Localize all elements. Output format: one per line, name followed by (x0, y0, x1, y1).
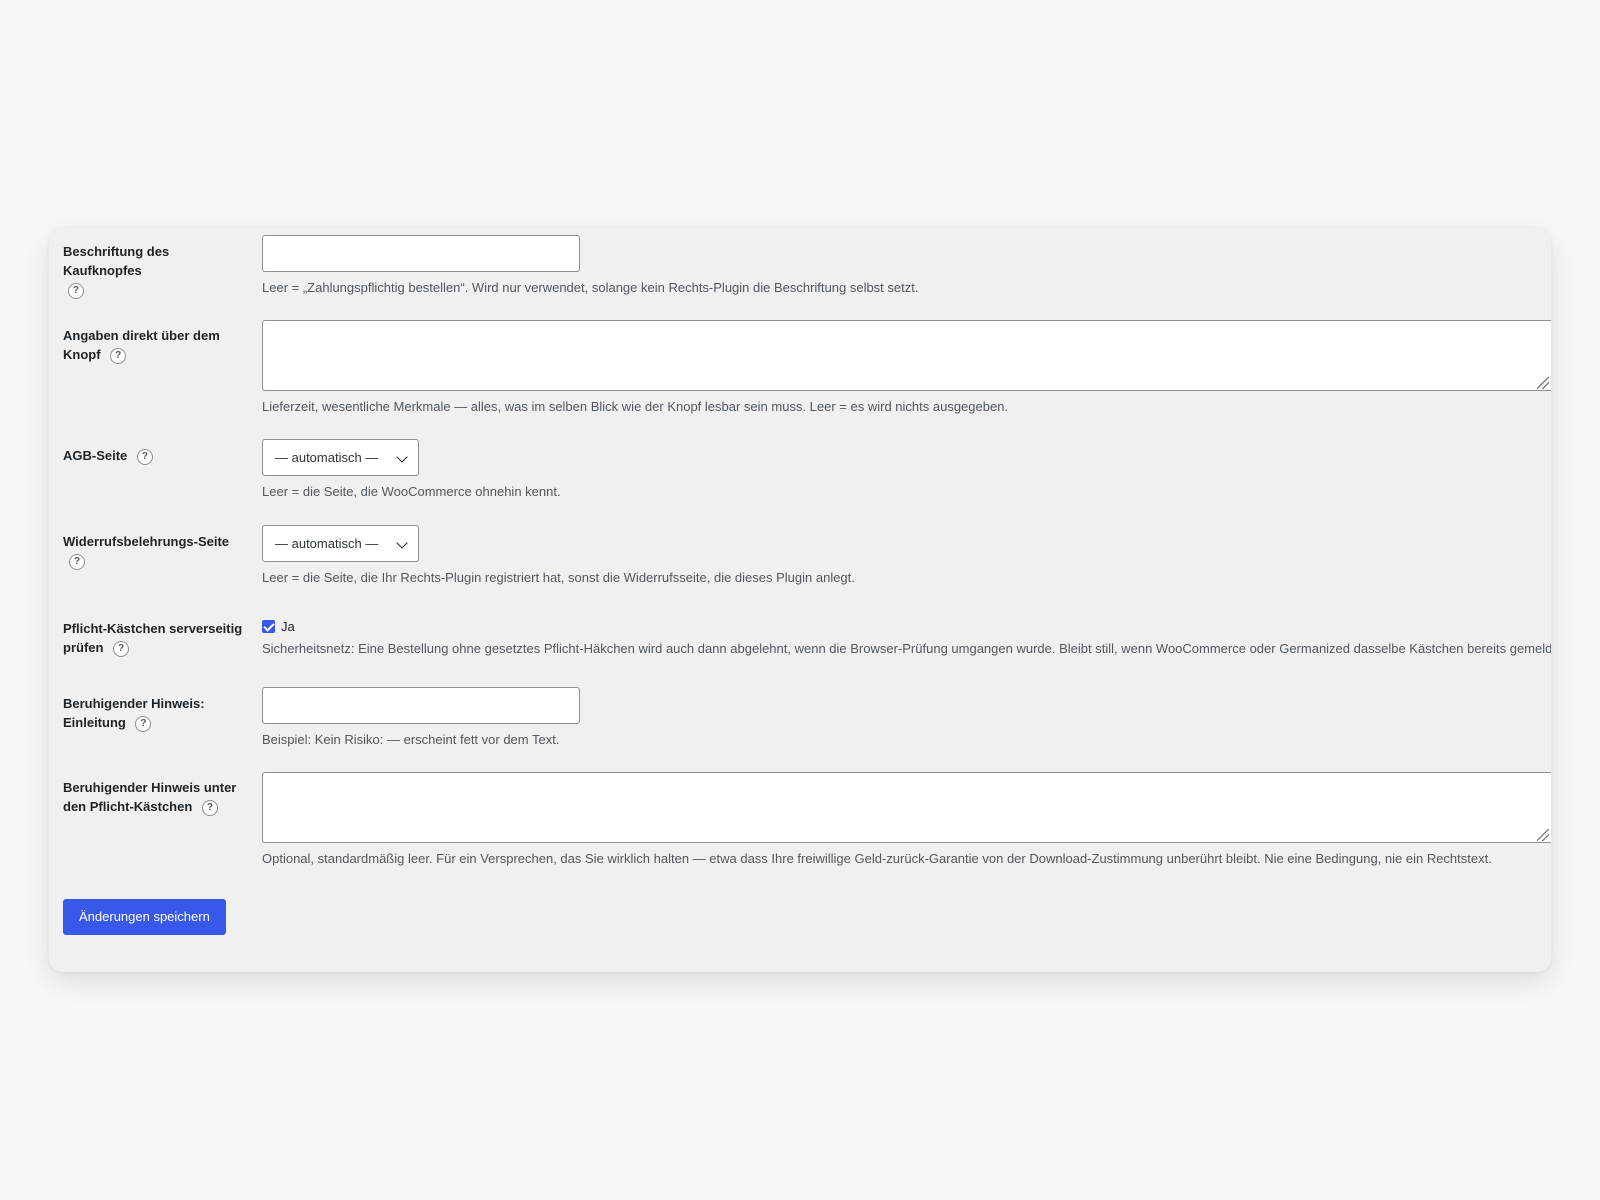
server-side-check-option[interactable]: Ja (262, 618, 1551, 636)
settings-panel: Beschriftung des Kaufknopfes ? Leer = „Z… (49, 227, 1551, 972)
reassurance-intro-label: Beruhigender Hinweis: Einleitung ? (63, 696, 205, 732)
resize-grip-icon[interactable] (1537, 829, 1549, 841)
help-icon[interactable]: ? (136, 448, 153, 465)
terms-page-label: AGB-Seite ? (63, 446, 248, 465)
withdrawal-page-description: Leer = die Seite, die Ihr Rechts-Plugin … (262, 570, 855, 585)
above-button-info-textarea[interactable] (262, 320, 1551, 391)
save-button[interactable]: Änderungen speichern (63, 899, 226, 935)
help-icon[interactable]: ? (69, 553, 85, 570)
reassurance-text-label: Beruhigender Hinweis unter den Pflicht-K… (63, 780, 237, 816)
server-side-check-checkbox[interactable] (262, 620, 275, 633)
reassurance-intro-field: Beispiel: Kein Risiko: — erscheint fett … (262, 687, 1551, 749)
above-button-info-description: Lieferzeit, wesentliche Merkmale — alles… (262, 399, 1009, 414)
chevron-down-icon (396, 451, 408, 463)
reassurance-text-textarea[interactable] (262, 772, 1551, 843)
above-button-info-label: Angaben direkt über dem Knopf ? (63, 328, 220, 364)
withdrawal-page-field: — automatisch — Leer = die Seite, die Ih… (262, 525, 1551, 587)
buy-button-label-input[interactable] (262, 235, 580, 272)
buy-button-label-field: Leer = „Zahlungspflichtig bestellen“. Wi… (262, 235, 1551, 297)
help-icon[interactable]: ? (68, 282, 84, 299)
buy-button-label-description: Leer = „Zahlungspflichtig bestellen“. Wi… (262, 280, 919, 295)
buy-button-label-label: Beschriftung des Kaufknopfes ? (63, 242, 248, 299)
terms-page-select[interactable]: — automatisch — (262, 439, 419, 476)
server-side-check-label: Pflicht-Kästchen serverseitig prüfen ? (63, 621, 243, 657)
terms-page-description: Leer = die Seite, die WooCommerce ohnehi… (262, 484, 561, 499)
help-icon[interactable]: ? (135, 715, 152, 732)
reassurance-text-description: Optional, standardmäßig leer. Für ein Ve… (262, 851, 1492, 866)
withdrawal-page-label: Widerrufsbelehrungs-Seite ? (63, 532, 248, 570)
help-icon[interactable]: ? (110, 347, 127, 364)
chevron-down-icon (396, 537, 408, 549)
terms-page-field: — automatisch — Leer = die Seite, die Wo… (262, 439, 1551, 501)
withdrawal-page-select[interactable]: — automatisch — (262, 525, 419, 562)
server-side-check-field: Ja Sicherheitsnetz: Eine Bestellung ohne… (262, 618, 1551, 658)
help-icon[interactable]: ? (113, 640, 130, 657)
reassurance-text-field: Optional, standardmäßig leer. Für ein Ve… (262, 772, 1551, 868)
reassurance-intro-input[interactable] (262, 687, 580, 724)
reassurance-intro-description: Beispiel: Kein Risiko: — erscheint fett … (262, 732, 560, 747)
help-icon[interactable]: ? (201, 799, 218, 816)
server-side-check-description: Sicherheitsnetz: Eine Bestellung ohne ge… (262, 641, 1551, 656)
resize-grip-icon[interactable] (1537, 377, 1549, 389)
above-button-info-field: Lieferzeit, wesentliche Merkmale — alles… (262, 320, 1551, 416)
